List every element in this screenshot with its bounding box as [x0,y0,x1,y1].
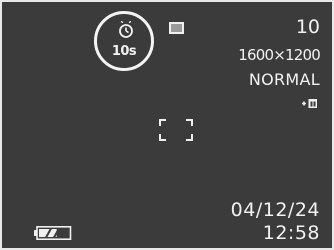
time-display: 12:58 [262,222,320,244]
self-timer-indicator: 10s [94,11,154,71]
camera-viewfinder: 10s 10 1600×1200 NORMAL 04/12/24 12:58 [0,0,334,250]
memory-icon [302,99,317,108]
shots-remaining: 10 [295,16,320,38]
self-timer-label: 10s [111,44,137,59]
flash-mode-icon [169,22,184,34]
image-quality: NORMAL [248,70,320,89]
self-timer-icon [119,21,133,38]
date-display: 04/12/24 [230,199,320,221]
image-size: 1600×1200 [238,46,321,64]
battery-icon [34,226,72,240]
focus-frame-icon [159,119,193,141]
